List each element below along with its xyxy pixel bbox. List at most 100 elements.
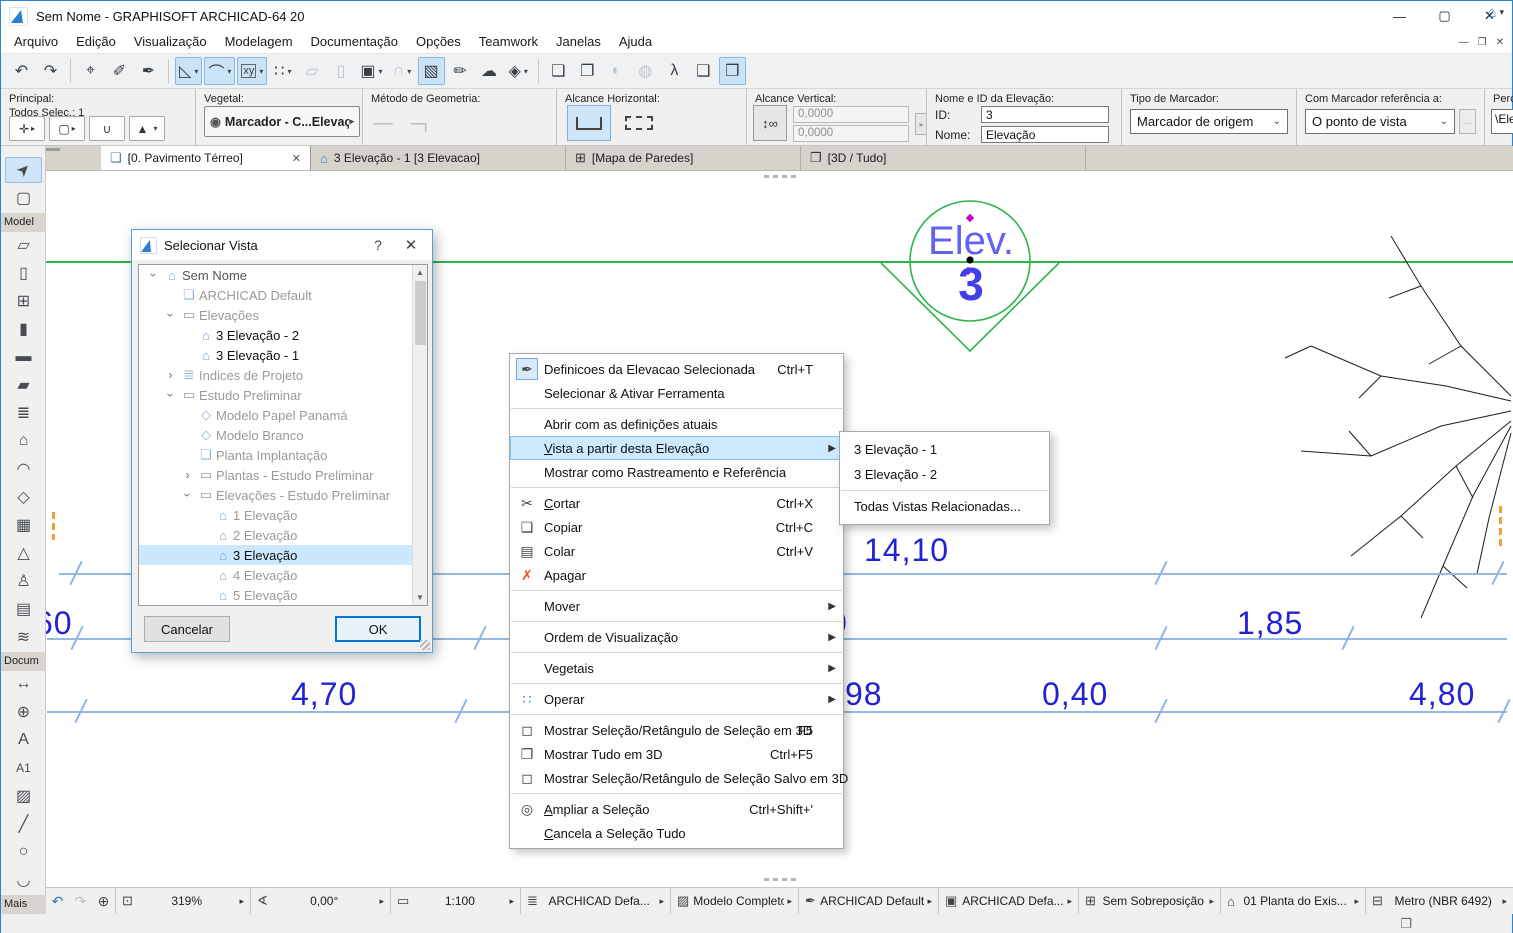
- vertical-range-icon-button[interactable]: ↕∞: [753, 105, 787, 141]
- model-view-options-control[interactable]: ▨ Modelo Completo ▸: [671, 888, 799, 914]
- tree-item-plantas-estudo-preliminar[interactable]: › ▭ Plantas - Estudo Preliminar: [139, 465, 427, 485]
- marker-type-select[interactable]: Marcador de origem ⌄: [1130, 109, 1288, 134]
- arrow-tool[interactable]: ➤: [5, 157, 42, 183]
- trace-reference-button[interactable]: ▣ ▾: [356, 57, 386, 85]
- dimension-text[interactable]: 98: [845, 676, 883, 713]
- menu-edicao[interactable]: Edição: [67, 31, 125, 53]
- elevation-marker-number[interactable]: 3: [941, 257, 1001, 311]
- dialog-help-button[interactable]: ?: [365, 237, 391, 253]
- edit-mode-button[interactable]: ✏: [447, 57, 474, 85]
- dimension-text[interactable]: 4,70: [291, 676, 357, 713]
- cascade-windows-icon[interactable]: ❐: [1400, 916, 1412, 932]
- menu-item-ampliar-a-selecao[interactable]: ◎ Ampliar a Seleção Ctrl+Shift+': [510, 797, 843, 821]
- graphic-override-control[interactable]: ⊞ Sem Sobreposição ▸: [1079, 888, 1221, 914]
- scrollbar[interactable]: ▲ ▼: [412, 265, 427, 605]
- column-tool[interactable]: ▮: [5, 316, 42, 342]
- stair-tool[interactable]: ≣: [5, 400, 42, 426]
- skylight-tool[interactable]: ◇: [5, 484, 42, 510]
- scroll-down-icon[interactable]: ▼: [413, 590, 427, 605]
- marker-reference-select[interactable]: O ponto de vista ⌄: [1305, 109, 1455, 134]
- vertical-range-top-field[interactable]: 0,0000: [793, 106, 909, 123]
- scrollbar-thumb[interactable]: [415, 281, 426, 345]
- tree-item-elevacoes[interactable]: › ▭ Elevações: [139, 305, 427, 325]
- layout-book-button[interactable]: ❑: [690, 57, 717, 85]
- tree-item-modelo-papel-panama[interactable]: ◇ Modelo Papel Panamá: [139, 405, 427, 425]
- menu-item-vegetais[interactable]: Vegetais ▶: [510, 656, 843, 680]
- submenu-item-todas-vistas-relacionadas[interactable]: Todas Vistas Relacionadas...: [840, 494, 1049, 519]
- roof-tool[interactable]: ⌂: [5, 428, 42, 454]
- menu-item-operar[interactable]: ∷ Operar ▶: [510, 687, 843, 711]
- zoom-in-button[interactable]: ⊕: [98, 893, 110, 910]
- dimension-tool[interactable]: ↔: [5, 671, 42, 697]
- text-tool[interactable]: A: [5, 727, 42, 753]
- arc-tool[interactable]: ◡: [5, 867, 42, 893]
- menu-item-vista-a-partir-desta-elevacao[interactable]: Vista a partir desta Elevação ▶: [510, 436, 843, 460]
- menu-arquivo[interactable]: Arquivo: [5, 31, 67, 53]
- zone-tool[interactable]: ▤: [5, 596, 42, 622]
- menu-item-mostrar-tudo-em-3d[interactable]: ❐ Mostrar Tudo em 3D Ctrl+F5: [510, 742, 843, 766]
- undo-button[interactable]: ↶: [8, 57, 35, 85]
- collapse-icon[interactable]: ›: [147, 267, 161, 284]
- menu-documentacao[interactable]: Documentação: [302, 31, 407, 53]
- menu-item-cortar[interactable]: ✂ Cortar Ctrl+X: [510, 491, 843, 515]
- door-tool[interactable]: ▯: [5, 260, 42, 286]
- menu-item-cancela-a-selecao-tudo[interactable]: Cancela a Seleção Tudo: [510, 821, 843, 845]
- axonometry-view-button[interactable]: ❐: [574, 57, 601, 85]
- cancel-button[interactable]: Cancelar: [144, 616, 230, 642]
- menu-item-mostrar-selecao-retangulo-de-selecao-em-3d[interactable]: ◻ Mostrar Seleção/Retângulo de Seleção em…: [510, 718, 843, 742]
- line-tool[interactable]: ╱: [5, 811, 42, 837]
- organizer-publisher-button[interactable]: ❒: [718, 57, 746, 85]
- wall-tool[interactable]: ▱: [5, 232, 42, 258]
- menu-item-abrir-com-as-definicoes-atuais[interactable]: Abrir com as definições atuais: [510, 412, 843, 436]
- vegetal-selector-button[interactable]: ◉ Marcador - C...Elevação.2D ▸: [204, 106, 360, 137]
- tree-item-archicad-default[interactable]: ❏ ARCHICAD Default: [139, 285, 427, 305]
- vertical-range-bottom-field[interactable]: 0,0000: [793, 125, 909, 142]
- fill-tool[interactable]: ▨: [5, 783, 42, 809]
- geometry-broken-icon[interactable]: ─┐: [411, 115, 431, 131]
- dimension-text[interactable]: 1,85: [1237, 605, 1303, 642]
- percurso-field[interactable]: \Ele: [1491, 109, 1513, 134]
- toolbox-section-mais[interactable]: Mais: [1, 895, 46, 914]
- menu-item-colar[interactable]: ▤ Colar Ctrl+V: [510, 539, 843, 563]
- menu-ajuda[interactable]: Ajuda: [610, 31, 661, 53]
- shell-tool[interactable]: ◠: [5, 456, 42, 482]
- mdi-restore-icon[interactable]: ❐: [1478, 37, 1487, 48]
- magnet-snap-button[interactable]: ∪: [89, 116, 125, 141]
- vertical-range-more-button[interactable]: ▸: [915, 113, 926, 135]
- favorites-button[interactable]: ☁: [476, 57, 503, 85]
- tab-home-button[interactable]: ⌂ ▾: [1487, 4, 1504, 21]
- menu-item-mostrar-selecao-retangulo-de-selecao-salvo[interactable]: ◻ Mostrar Seleção/Retângulo de Seleção Sa…: [510, 766, 848, 790]
- tree-item-4-elevacao[interactable]: ⌂ 4 Elevação: [139, 565, 427, 585]
- measurement-unit-control[interactable]: ⊟ Metro (NBR 6492) ▸: [1366, 888, 1513, 914]
- dimension-text[interactable]: 60: [46, 605, 73, 642]
- dimension-text[interactable]: 4,80: [1409, 676, 1475, 713]
- menu-item-apagar[interactable]: ✗ Apagar: [510, 563, 843, 587]
- mdi-minimize-icon[interactable]: —: [1459, 37, 1469, 48]
- collapse-icon[interactable]: ›: [164, 387, 178, 404]
- tab-mapa-de-paredes[interactable]: ⊞ [Mapa de Paredes]: [566, 146, 801, 170]
- tree-item-3-elevacao[interactable]: ⌂ 3 Elevação: [139, 545, 427, 565]
- dialog-close-button[interactable]: ✕: [398, 236, 424, 254]
- collapse-icon[interactable]: ›: [181, 487, 195, 504]
- perspective-view-button[interactable]: ❏: [545, 57, 572, 85]
- submenu-item-3-elevacao-1[interactable]: 3 Elevação - 1: [840, 437, 1049, 462]
- menu-item-selecionar-ativar-ferramenta[interactable]: Selecionar & Ativar Ferramenta: [510, 381, 843, 405]
- morph-tool[interactable]: △: [5, 540, 42, 566]
- back-button[interactable]: ↶: [52, 893, 64, 910]
- snap-guides-button[interactable]: ⌒ ▾: [204, 57, 236, 85]
- dimension-text[interactable]: 14,10: [864, 532, 949, 569]
- guide-lines-button[interactable]: ◺ ▾: [175, 57, 203, 85]
- tab-0-pavimento-terreo[interactable]: ❏ [0. Pavimento Térreo] ✕: [101, 146, 311, 170]
- dialog-title-bar[interactable]: Selecionar Vista ? ✕: [132, 230, 432, 260]
- arrow-tool-settings-button[interactable]: ✛ ▸: [9, 116, 45, 141]
- ok-button[interactable]: OK: [335, 616, 421, 642]
- resize-grip[interactable]: [420, 640, 430, 650]
- tree-item-3-elevacao-2[interactable]: ⌂ 3 Elevação - 2: [139, 325, 427, 345]
- tab-close-icon[interactable]: ✕: [282, 152, 301, 165]
- grid-snap-button[interactable]: ∷ ▾: [269, 57, 296, 85]
- submenu-item-3-elevacao-2[interactable]: 3 Elevação - 2: [840, 462, 1049, 487]
- object-tool[interactable]: ♙: [5, 568, 42, 594]
- menu-item-copiar[interactable]: ❏ Copiar Ctrl+C: [510, 515, 843, 539]
- inject-parameters-button[interactable]: ✒: [135, 57, 162, 85]
- minimize-button[interactable]: —: [1377, 1, 1422, 31]
